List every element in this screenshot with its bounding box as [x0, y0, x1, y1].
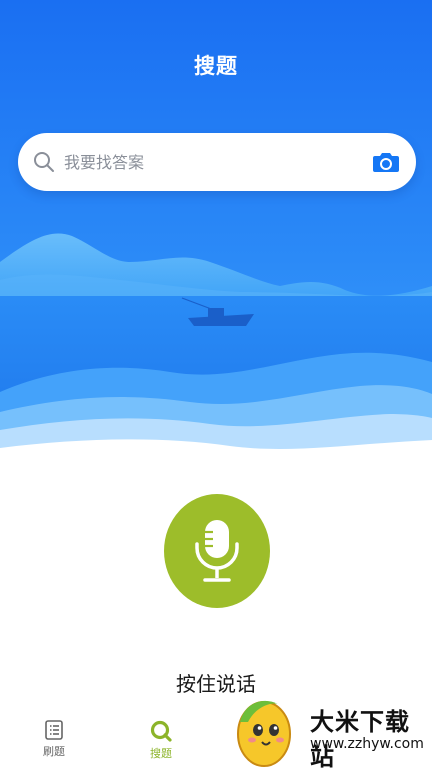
tab-practice-label: 刷题	[43, 745, 65, 758]
search-icon	[32, 150, 56, 174]
mascot-logo	[237, 700, 291, 767]
tab-search[interactable]: 搜题	[131, 720, 191, 766]
voice-record-button[interactable]	[164, 494, 270, 608]
page-title: 搜题	[194, 54, 238, 78]
watermark-overlay: 大米下载站 www.zzhyw.com	[232, 692, 432, 768]
search-input[interactable]	[64, 133, 364, 191]
watermark-url: www.zzhyw.com	[310, 736, 424, 752]
watermark-title: 大米下载站	[310, 708, 410, 768]
tab-search-label: 搜题	[150, 747, 172, 760]
camera-icon[interactable]	[372, 150, 400, 174]
search-tab-icon	[150, 720, 172, 742]
list-icon	[45, 720, 63, 740]
search-bar[interactable]	[18, 133, 416, 191]
tab-practice[interactable]: 刷题	[24, 720, 84, 766]
microphone-icon	[195, 520, 239, 582]
